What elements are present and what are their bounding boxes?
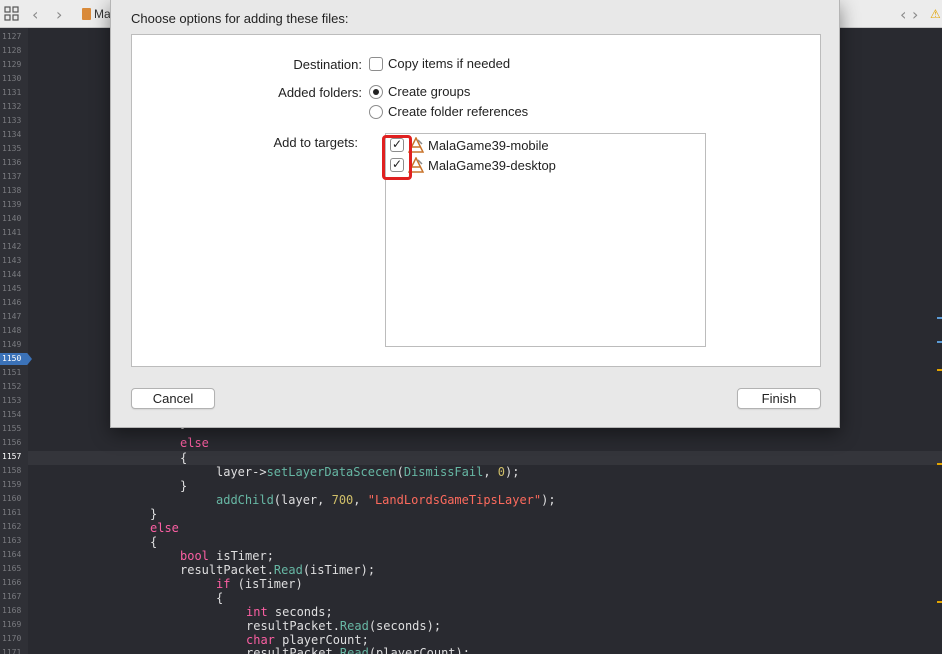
line-number: 1144 bbox=[2, 270, 22, 279]
create-folder-references-radio[interactable] bbox=[369, 104, 383, 119]
annotation-highlight-box bbox=[382, 135, 412, 180]
code-line: { bbox=[180, 451, 188, 465]
line-number: 1170 bbox=[2, 634, 22, 643]
create-groups-label: Create groups bbox=[388, 84, 471, 99]
line-number: 1156 bbox=[2, 438, 22, 447]
code-line: bool isTimer; bbox=[180, 549, 274, 563]
copy-items-label: Copy items if needed bbox=[388, 56, 511, 71]
add-to-targets-label: Add to targets: bbox=[273, 135, 358, 150]
line-number: 1153 bbox=[2, 396, 22, 405]
line-number: 1159 bbox=[2, 480, 22, 489]
line-number: 1164 bbox=[2, 550, 22, 559]
add-files-dialog: Choose options for adding these files: D… bbox=[110, 0, 840, 428]
code-line: } bbox=[180, 479, 188, 493]
scroll-marker bbox=[937, 369, 942, 371]
target-row-desktop[interactable]: MalaGame39-desktop bbox=[390, 157, 556, 173]
line-number: 1168 bbox=[2, 606, 22, 615]
line-number: 1165 bbox=[2, 564, 22, 573]
forward-chevron-icon[interactable]: › bbox=[56, 5, 62, 24]
line-number: 1146 bbox=[2, 298, 22, 307]
code-line: } bbox=[150, 507, 158, 521]
line-number: 1154 bbox=[2, 410, 22, 419]
create-folder-references-option[interactable]: Create folder references bbox=[369, 104, 528, 119]
current-line-highlight bbox=[28, 451, 942, 465]
cancel-button[interactable]: Cancel bbox=[131, 388, 215, 409]
targets-list[interactable]: MalaGame39-mobile MalaGame39-desktop bbox=[385, 133, 706, 347]
create-groups-option[interactable]: Create groups bbox=[369, 84, 470, 99]
code-line: if (isTimer) bbox=[216, 577, 303, 591]
copy-items-option[interactable]: Copy items if needed bbox=[369, 56, 510, 71]
code-line: else bbox=[150, 521, 179, 535]
finish-button[interactable]: Finish bbox=[737, 388, 821, 409]
line-number: 1166 bbox=[2, 578, 22, 587]
line-number: 1152 bbox=[2, 382, 22, 391]
scroll-marker bbox=[937, 463, 942, 465]
line-number: 1155 bbox=[2, 424, 22, 433]
dialog-title: Choose options for adding these files: bbox=[131, 11, 349, 26]
line-number: 1163 bbox=[2, 536, 22, 545]
line-number: 1162 bbox=[2, 522, 22, 531]
next-issue-chevron-icon[interactable]: › bbox=[912, 5, 918, 24]
target-mobile-label: MalaGame39-mobile bbox=[428, 137, 549, 153]
line-number: 1171 bbox=[2, 648, 22, 654]
code-line: addChild(layer, 700, "LandLordsGameTipsL… bbox=[216, 493, 556, 507]
line-number: 1160 bbox=[2, 494, 22, 503]
scroll-marker bbox=[937, 317, 942, 319]
code-editor[interactable]: } else { layer->setLayerDataScecen(Dismi… bbox=[0, 0, 556, 654]
breadcrumb[interactable]: Ma bbox=[94, 7, 111, 21]
line-number: 1148 bbox=[2, 326, 22, 335]
code-line: else bbox=[180, 436, 209, 450]
line-number: 1169 bbox=[2, 620, 22, 629]
code-line: layer->setLayerDataScecen(DismissFail, 0… bbox=[216, 465, 520, 479]
create-folder-references-label: Create folder references bbox=[388, 104, 529, 119]
target-row-mobile[interactable]: MalaGame39-mobile bbox=[390, 137, 549, 153]
line-number: 1157 bbox=[2, 452, 22, 461]
line-number: 1150 bbox=[2, 354, 22, 363]
line-number: 1161 bbox=[2, 508, 22, 517]
copy-items-checkbox[interactable] bbox=[369, 56, 383, 71]
line-number: 1158 bbox=[2, 466, 22, 475]
destination-label: Destination: bbox=[293, 57, 362, 72]
back-chevron-icon[interactable]: ‹ bbox=[32, 5, 38, 24]
added-folders-label: Added folders: bbox=[278, 85, 362, 100]
code-line: int seconds; bbox=[246, 605, 333, 619]
line-number: 1151 bbox=[2, 368, 22, 377]
line-number: 1149 bbox=[2, 340, 22, 349]
target-desktop-label: MalaGame39-desktop bbox=[428, 157, 556, 173]
create-groups-radio[interactable] bbox=[369, 84, 383, 99]
line-number: 1143 bbox=[2, 256, 22, 265]
warning-icon[interactable]: ⚠ bbox=[930, 7, 941, 21]
line-number: 1147 bbox=[2, 312, 22, 321]
code-line: resultPacket.Read(isTimer); bbox=[180, 563, 376, 577]
code-line: { bbox=[216, 591, 224, 605]
line-number: 1167 bbox=[2, 592, 22, 601]
options-panel: Destination: Copy items if needed Added … bbox=[131, 34, 821, 367]
code-line: resultPacket.Read(seconds); bbox=[246, 619, 442, 633]
code-line: { bbox=[150, 535, 158, 549]
scroll-marker bbox=[937, 341, 942, 343]
code-line: char playerCount; bbox=[246, 633, 369, 647]
scroll-marker bbox=[937, 601, 942, 603]
code-line: resultPacket.Read(playerCount); bbox=[246, 646, 470, 654]
file-icon bbox=[82, 8, 91, 20]
line-number: 1145 bbox=[2, 284, 22, 293]
prev-issue-chevron-icon[interactable]: ‹ bbox=[900, 5, 906, 24]
